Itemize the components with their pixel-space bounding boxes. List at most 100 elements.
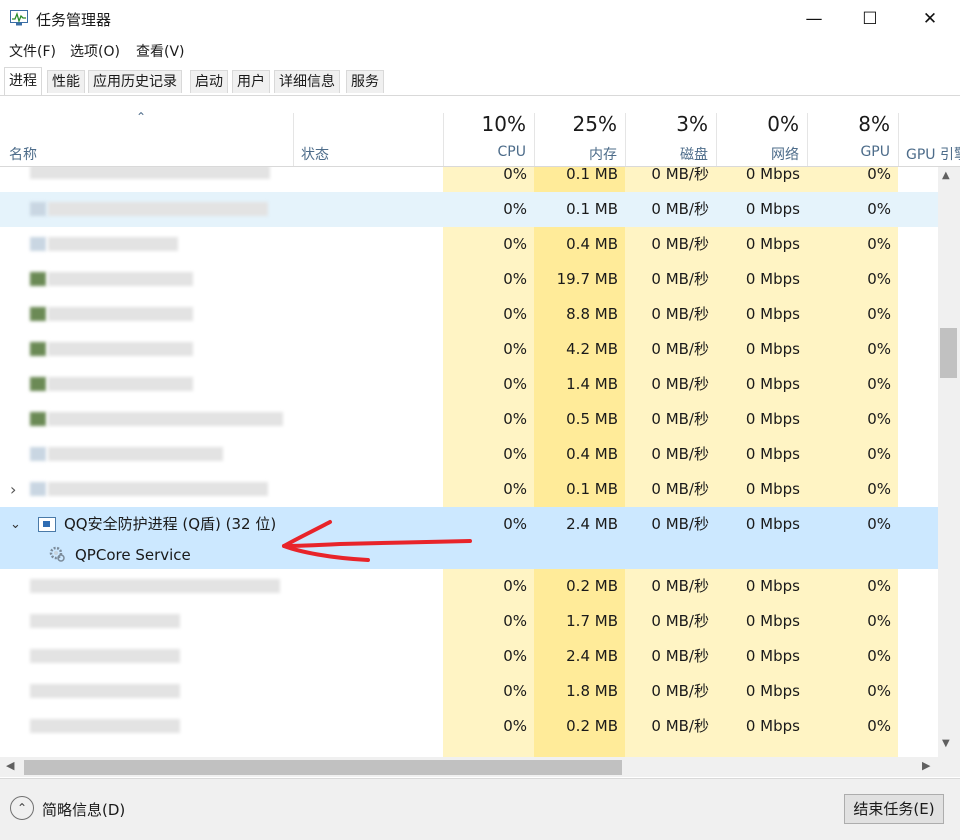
cpu-total[interactable]: 10%	[443, 112, 526, 136]
cpu-cell: 0%	[503, 647, 527, 665]
vertical-scrollbar[interactable]	[938, 167, 960, 757]
memory-cell: 8.8 MB	[566, 305, 618, 323]
redacted-process-name	[30, 167, 270, 179]
network-total[interactable]: 0%	[716, 112, 799, 136]
cpu-cell: 0%	[503, 445, 527, 463]
disk-cell: 0 MB/秒	[651, 270, 709, 288]
process-row[interactable]: 0% 8.8 MB 0 MB/秒 0 Mbps 0%	[0, 297, 938, 332]
network-cell: 0 Mbps	[745, 410, 800, 428]
process-row[interactable]: 0% 4.2 MB 0 MB/秒 0 Mbps 0%	[0, 332, 938, 367]
cpu-cell: 0%	[503, 410, 527, 428]
disk-cell: 0 MB/秒	[651, 515, 709, 533]
process-row[interactable]: 0% 2.4 MB 0 MB/秒 0 Mbps 0%	[0, 639, 938, 674]
collapse-chevron-icon[interactable]: ⌃	[10, 796, 34, 820]
cpu-cell: 0%	[503, 480, 527, 498]
scroll-right-icon[interactable]: ▶	[922, 759, 930, 772]
gpu-cell: 0%	[867, 375, 891, 393]
fewer-details-link[interactable]: 简略信息(D)	[42, 799, 125, 820]
process-row[interactable]: 0% 0.1 MB 0 MB/秒 0 Mbps 0%	[0, 192, 938, 227]
tab-details[interactable]: 详细信息	[274, 70, 340, 93]
expand-chevron-icon[interactable]: ›	[10, 472, 16, 507]
disk-cell: 0 MB/秒	[651, 717, 709, 735]
network-cell: 0 Mbps	[745, 200, 800, 218]
gpu-cell: 0%	[867, 167, 891, 183]
tab-services[interactable]: 服务	[346, 70, 384, 93]
memory-cell: 0.5 MB	[566, 410, 618, 428]
process-row[interactable]: 0% 19.7 MB 0 MB/秒 0 Mbps 0%	[0, 262, 938, 297]
redacted-process-name	[30, 482, 46, 496]
redacted-process-name	[48, 412, 283, 426]
minimize-button[interactable]: —	[786, 0, 842, 38]
menu-file[interactable]: 文件(F)	[9, 41, 56, 61]
disk-cell: 0 MB/秒	[651, 200, 709, 218]
menu-view[interactable]: 查看(V)	[136, 41, 185, 61]
memory-cell: 2.4 MB	[566, 647, 618, 665]
memory-cell: 19.7 MB	[556, 270, 618, 288]
column-name[interactable]: 名称	[9, 144, 37, 164]
disk-cell: 0 MB/秒	[651, 647, 709, 665]
network-cell: 0 Mbps	[745, 270, 800, 288]
end-task-button[interactable]: 结束任务(E)	[844, 794, 944, 824]
redacted-process-name	[30, 719, 180, 733]
service-gear-icon	[48, 545, 66, 563]
tab-performance[interactable]: 性能	[47, 70, 85, 93]
column-network[interactable]: 网络	[716, 144, 799, 164]
redacted-process-name	[30, 649, 180, 663]
disk-cell: 0 MB/秒	[651, 410, 709, 428]
column-divider[interactable]	[898, 113, 899, 166]
task-manager-icon	[10, 10, 28, 26]
vertical-scroll-thumb[interactable]	[940, 328, 957, 378]
disk-total[interactable]: 3%	[625, 112, 708, 136]
network-cell: 0 Mbps	[745, 577, 800, 595]
process-row[interactable]: 0% 0.2 MB 0 MB/秒 0 Mbps 0%	[0, 709, 938, 744]
gpu-cell: 0%	[867, 445, 891, 463]
memory-cell: 0.4 MB	[566, 235, 618, 253]
disk-cell: 0 MB/秒	[651, 612, 709, 630]
tab-processes[interactable]: 进程	[4, 67, 42, 95]
tab-app-history[interactable]: 应用历史记录	[88, 70, 182, 93]
close-button[interactable]: ✕	[902, 0, 958, 38]
process-row[interactable]: 0% 1.7 MB 0 MB/秒 0 Mbps 0%	[0, 604, 938, 639]
scroll-corner	[938, 757, 960, 777]
process-row[interactable]: 0% 0.4 MB 0 MB/秒 0 Mbps 0%	[0, 437, 938, 472]
column-disk[interactable]: 磁盘	[625, 144, 708, 164]
memory-cell: 0.2 MB	[566, 717, 618, 735]
process-list[interactable]: 0% 0.1 MB 0 MB/秒 0 Mbps 0% 0% 0.1 MB 0 MB/秒 0 Mb…	[0, 167, 938, 757]
redacted-process-name	[48, 237, 178, 251]
redacted-process-name	[30, 579, 280, 593]
column-status[interactable]: 状态	[301, 144, 329, 164]
process-row[interactable]: › 0% 0.1 MB 0 MB/秒 0 Mbps 0%	[0, 472, 938, 507]
process-row[interactable]: 0% 0.5 MB 0 MB/秒 0 Mbps 0%	[0, 402, 938, 437]
column-cpu[interactable]: CPU	[443, 144, 526, 160]
gpu-total[interactable]: 8%	[807, 112, 890, 136]
process-row[interactable]: 0% 1.8 MB 0 MB/秒 0 Mbps 0%	[0, 674, 938, 709]
gpu-cell: 0%	[867, 235, 891, 253]
redacted-process-name	[30, 447, 46, 461]
gpu-cell: 0%	[867, 480, 891, 498]
menu-options[interactable]: 选项(O)	[70, 41, 120, 61]
column-gpu[interactable]: GPU	[807, 144, 890, 160]
column-divider[interactable]	[293, 113, 294, 166]
process-row[interactable]: 0% 0.4 MB 0 MB/秒 0 Mbps 0%	[0, 227, 938, 262]
network-cell: 0 Mbps	[745, 682, 800, 700]
column-gpu-engine[interactable]: GPU 引擎	[906, 144, 960, 164]
memory-cell: 0.4 MB	[566, 445, 618, 463]
network-cell: 0 Mbps	[745, 235, 800, 253]
tab-users[interactable]: 用户	[232, 70, 270, 93]
process-row[interactable]: 0% 0.1 MB 0 MB/秒 0 Mbps 0%	[0, 167, 938, 192]
scroll-down-icon[interactable]: ▼	[942, 738, 950, 749]
cpu-cell: 0%	[503, 612, 527, 630]
disk-cell: 0 MB/秒	[651, 235, 709, 253]
process-row[interactable]: 0% 0.2 MB 0 MB/秒 0 Mbps 0%	[0, 569, 938, 604]
scroll-left-icon[interactable]: ◀	[6, 759, 14, 772]
sort-ascending-icon: ⌃	[136, 110, 147, 124]
scroll-up-icon[interactable]: ▲	[942, 170, 950, 181]
horizontal-scroll-thumb[interactable]	[24, 760, 622, 775]
maximize-button[interactable]: ☐	[842, 0, 898, 38]
memory-cell: 0.1 MB	[566, 167, 618, 183]
tab-startup[interactable]: 启动	[190, 70, 228, 93]
redacted-process-name	[30, 202, 46, 216]
memory-total[interactable]: 25%	[534, 112, 617, 136]
column-memory[interactable]: 内存	[534, 144, 617, 164]
process-row[interactable]: 0% 1.4 MB 0 MB/秒 0 Mbps 0%	[0, 367, 938, 402]
